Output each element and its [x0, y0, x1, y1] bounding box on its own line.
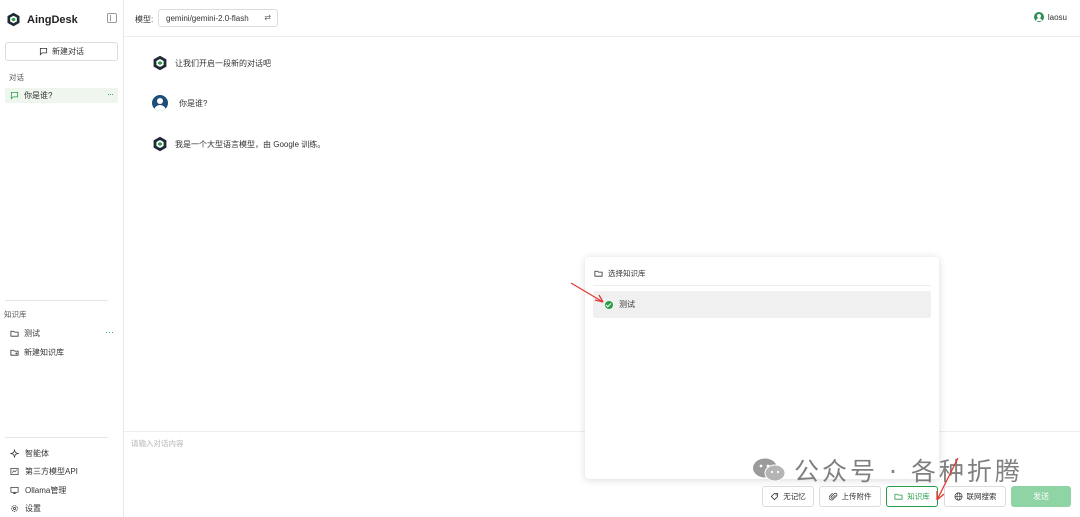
assistant-message: 让我们开启一段新的对话吧	[152, 55, 271, 71]
app-logo: AingDesk	[6, 12, 78, 27]
user-message: 你是谁?	[152, 95, 207, 111]
folder-icon	[894, 492, 903, 501]
sidebar-item-label: Ollama管理	[25, 486, 67, 495]
sidebar-item-label: 智能体	[25, 449, 49, 458]
api-icon	[10, 467, 19, 476]
app-name: AingDesk	[27, 13, 78, 26]
new-knowledge-base-label: 新建知识库	[24, 348, 64, 357]
no-memory-label: 无记忆	[783, 492, 806, 501]
aingdesk-logo-icon	[7, 12, 20, 27]
folder-icon	[10, 329, 19, 338]
sidebar-item-label: 设置	[25, 504, 41, 513]
message-text: 让我们开启一段新的对话吧	[175, 58, 271, 68]
sidebar-item-agents[interactable]: 智能体	[10, 448, 49, 459]
sidebar: AingDesk 新建对话 对话 你是谁? ··· 知识库 测试 ··· 新建知…	[0, 0, 124, 517]
new-chat-button[interactable]: 新建对话	[5, 42, 118, 61]
wechat-logo-icon	[753, 458, 786, 482]
new-knowledge-base-button[interactable]: 新建知识库	[10, 347, 64, 358]
send-button[interactable]: 发送	[1011, 486, 1071, 507]
model-label: 模型:	[135, 15, 154, 24]
conversation-item[interactable]: 你是谁? ···	[5, 88, 118, 103]
knowledge-label: 知识库	[907, 492, 930, 501]
sidebar-divider	[5, 437, 108, 438]
upload-attachment-button[interactable]: 上传附件	[819, 486, 881, 507]
message-text: 你是谁?	[179, 98, 208, 108]
watermark-text: 公众号 · 各种折腾	[794, 457, 1023, 486]
collapse-sidebar-icon[interactable]	[107, 13, 117, 23]
popup-divider	[593, 285, 931, 286]
gear-icon	[10, 504, 19, 513]
popup-title: 选择知识库	[608, 269, 646, 278]
chat-input-placeholder: 请输入对话内容	[131, 439, 184, 448]
conversation-title: 你是谁?	[24, 91, 53, 100]
assistant-avatar-icon	[152, 55, 168, 71]
knowledge-more-icon[interactable]: ···	[105, 327, 114, 337]
sidebar-item-ollama[interactable]: Ollama管理	[10, 485, 66, 496]
chat-bubble-icon	[10, 91, 19, 100]
swap-icon: ⇄	[264, 13, 271, 22]
conversation-more-icon[interactable]: ···	[107, 89, 114, 99]
username: laosu	[1047, 12, 1067, 22]
send-label: 发送	[1033, 492, 1049, 501]
check-circle-icon	[605, 300, 613, 309]
sidebar-item-settings[interactable]: 设置	[10, 503, 41, 514]
sparkle-icon	[10, 449, 19, 458]
globe-icon	[954, 492, 963, 501]
assistant-avatar-icon	[152, 136, 168, 152]
no-memory-button[interactable]: 无记忆	[762, 486, 814, 507]
knowledge-select-popup: 选择知识库 测试	[585, 257, 939, 479]
conversations-section-label: 对话	[9, 73, 24, 82]
knowledge-item-test[interactable]: 测试 ···	[10, 327, 114, 339]
sidebar-item-third-party-api[interactable]: 第三方模型API	[10, 466, 78, 477]
model-value: gemini/gemini-2.0-flash	[166, 13, 249, 23]
knowledge-section-label: 知识库	[4, 310, 27, 319]
sidebar-divider	[5, 300, 108, 301]
monitor-icon	[10, 486, 19, 495]
assistant-message: 我是一个大型语言模型，由 Google 训练。	[152, 136, 325, 152]
top-bar: 模型: gemini/gemini-2.0-flash ⇄ laosu	[124, 0, 1080, 37]
user-avatar-icon	[152, 95, 168, 111]
knowledge-item-label: 测试	[24, 329, 40, 338]
knowledge-base-button[interactable]: 知识库	[886, 486, 938, 507]
folder-add-icon	[10, 348, 19, 357]
user-menu[interactable]: laosu	[1033, 12, 1067, 22]
upload-label: 上传附件	[841, 492, 872, 501]
popup-header: 选择知识库	[594, 268, 646, 279]
user-icon	[1033, 12, 1044, 22]
watermark: 公众号 · 各种折腾	[752, 452, 1023, 488]
model-select[interactable]: gemini/gemini-2.0-flash ⇄	[158, 9, 278, 27]
new-chat-label: 新建对话	[52, 47, 84, 56]
knowledge-option-test[interactable]: 测试	[593, 291, 931, 318]
paperclip-icon	[828, 492, 838, 501]
folder-icon	[594, 269, 603, 278]
knowledge-option-label: 测试	[619, 300, 635, 309]
web-search-label: 联网搜索	[966, 492, 997, 501]
web-search-button[interactable]: 联网搜索	[944, 486, 1006, 507]
sidebar-item-label: 第三方模型API	[25, 467, 78, 476]
tag-icon	[770, 492, 779, 501]
message-text: 我是一个大型语言模型，由 Google 训练。	[175, 139, 326, 149]
chat-bubble-icon	[39, 47, 48, 56]
